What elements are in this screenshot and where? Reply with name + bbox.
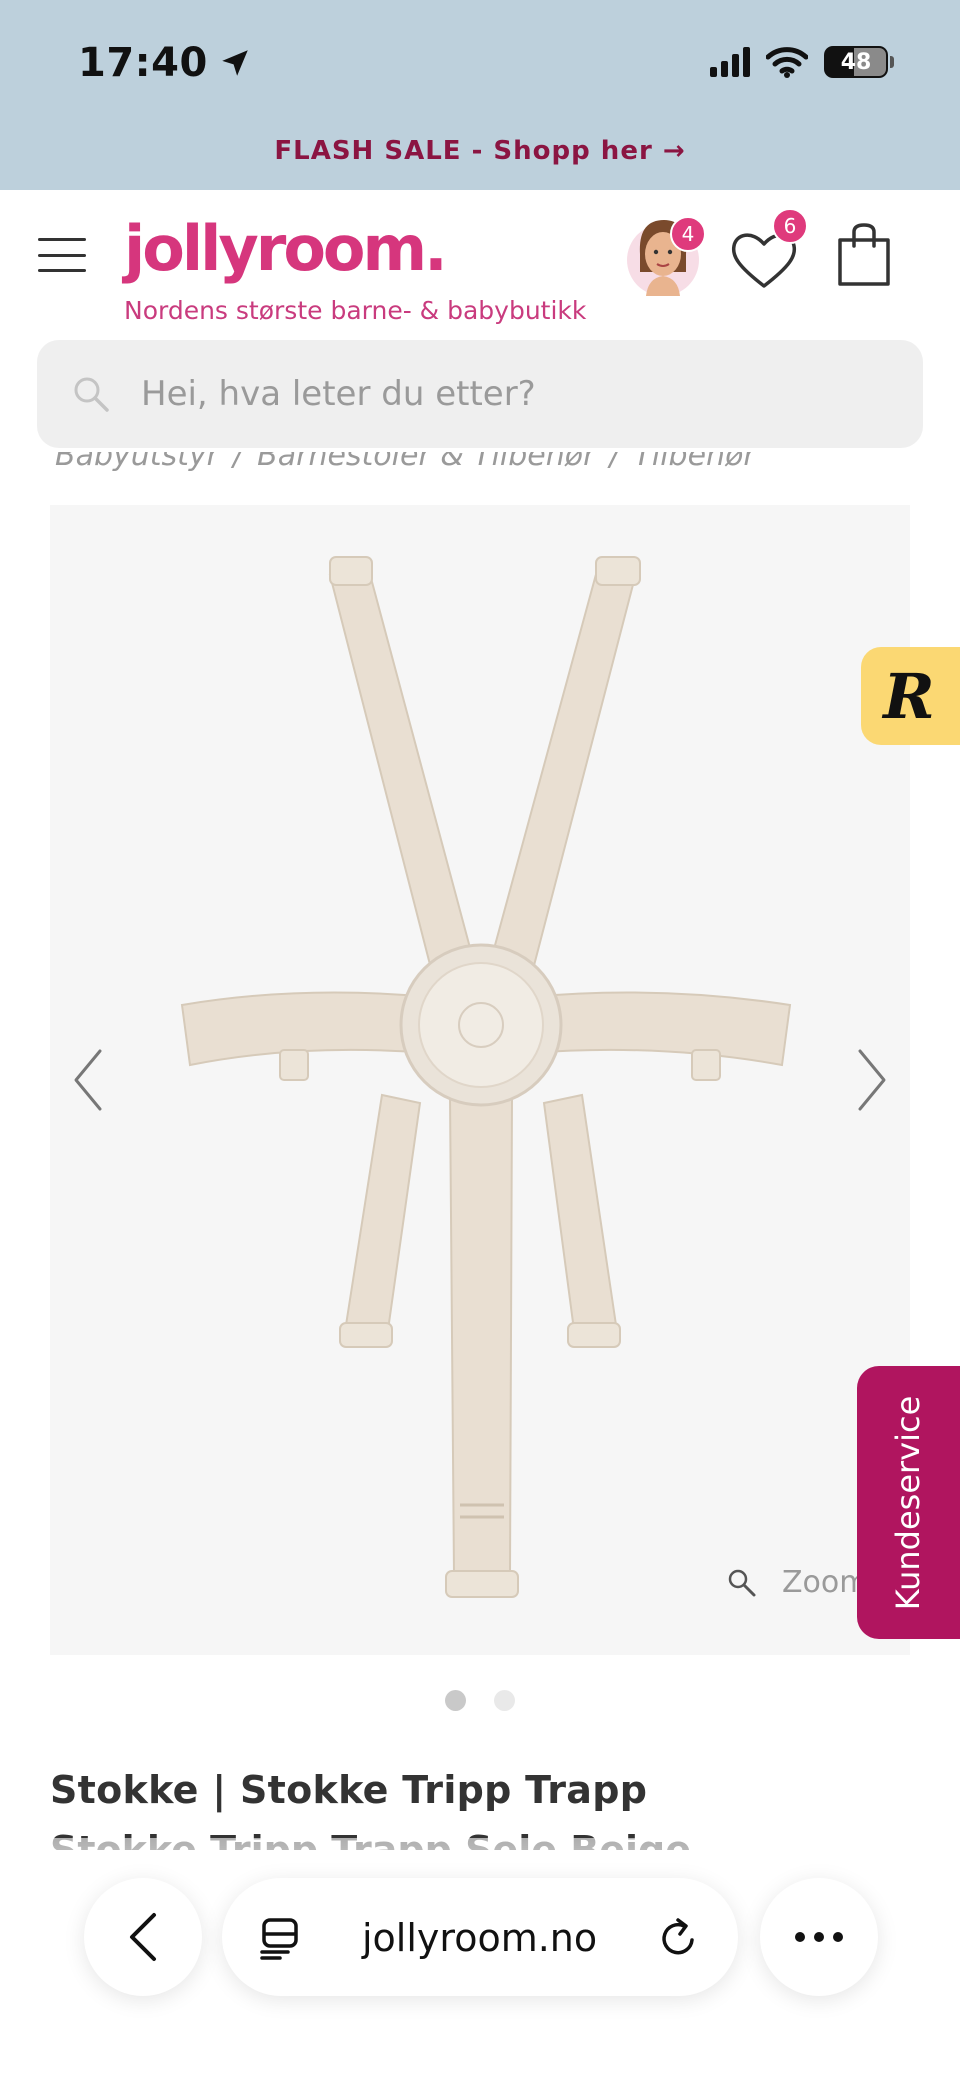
wifi-icon [766, 47, 808, 78]
flash-sale-link[interactable]: FLASH SALE - Shopp her → [0, 136, 960, 166]
product-title: Stokke | Stokke Tripp Trapp [50, 1768, 648, 1812]
shopping-bag-icon [838, 223, 890, 286]
gallery-pagination [0, 1690, 960, 1711]
browser-address-bar[interactable]: jollyroom.no [222, 1878, 738, 1996]
cellular-signal-icon [710, 47, 750, 77]
account-badge: 4 [670, 216, 706, 252]
zoom-button[interactable]: Zoom [726, 1565, 868, 1600]
search-icon [74, 377, 109, 412]
battery-level: 48 [840, 49, 872, 75]
cart-button[interactable] [836, 222, 892, 288]
product-image-gallery[interactable]: Zoom [50, 505, 910, 1655]
customer-service-label: Kundeservice [889, 1395, 927, 1611]
breadcrumb: Babyutstyr / Barnestoler & Tilbehør / Tilbeh… [55, 452, 855, 478]
browser-url: jollyroom.no [362, 1916, 598, 1960]
wishlist-button[interactable]: 6 [728, 208, 808, 292]
site-header: jollyroom. Nordens største barne- & baby… [0, 190, 960, 335]
site-tagline: Nordens største barne- & babybutikk [124, 296, 587, 325]
status-time: 17:40 [78, 40, 252, 86]
browser-back-button[interactable] [84, 1878, 202, 1996]
product-image-harness [180, 556, 792, 1598]
reload-icon[interactable] [656, 1916, 700, 1960]
next-image-button[interactable] [852, 1045, 892, 1115]
previous-image-button[interactable] [68, 1045, 108, 1115]
browser-more-button[interactable] [760, 1878, 878, 1996]
status-time-text: 17:40 [78, 40, 208, 86]
zoom-label: Zoom [782, 1565, 869, 1600]
chevron-left-icon [130, 1913, 156, 1961]
menu-icon[interactable] [38, 238, 86, 272]
pagination-dot-active[interactable] [445, 1690, 466, 1711]
account-avatar-button[interactable]: 4 [626, 210, 706, 300]
status-indicators: 48 [710, 46, 894, 78]
pagination-dot[interactable] [494, 1690, 515, 1711]
search-input[interactable] [141, 340, 861, 448]
magnifier-icon [728, 1569, 756, 1596]
battery-icon: 48 [824, 46, 894, 78]
wishlist-badge: 6 [772, 208, 808, 244]
more-dots-icon [795, 1932, 843, 1942]
reviews-widget-button[interactable]: R [861, 647, 960, 745]
breadcrumb-item[interactable]: Babyutstyr [55, 452, 219, 473]
reviews-logo: R [883, 659, 935, 733]
location-arrow-icon [222, 50, 248, 76]
customer-service-tab[interactable]: Kundeservice [857, 1366, 960, 1639]
tabs-icon [260, 1918, 298, 1960]
breadcrumb-item[interactable]: Tilbehør [634, 452, 756, 473]
breadcrumb-item[interactable]: Barnestoler & Tilbehør [257, 452, 595, 473]
site-logo[interactable]: jollyroom. [124, 212, 448, 285]
top-banner-area: 17:40 48 FLASH SALE - Shopp her → [0, 0, 960, 190]
search-bar[interactable] [37, 340, 923, 448]
